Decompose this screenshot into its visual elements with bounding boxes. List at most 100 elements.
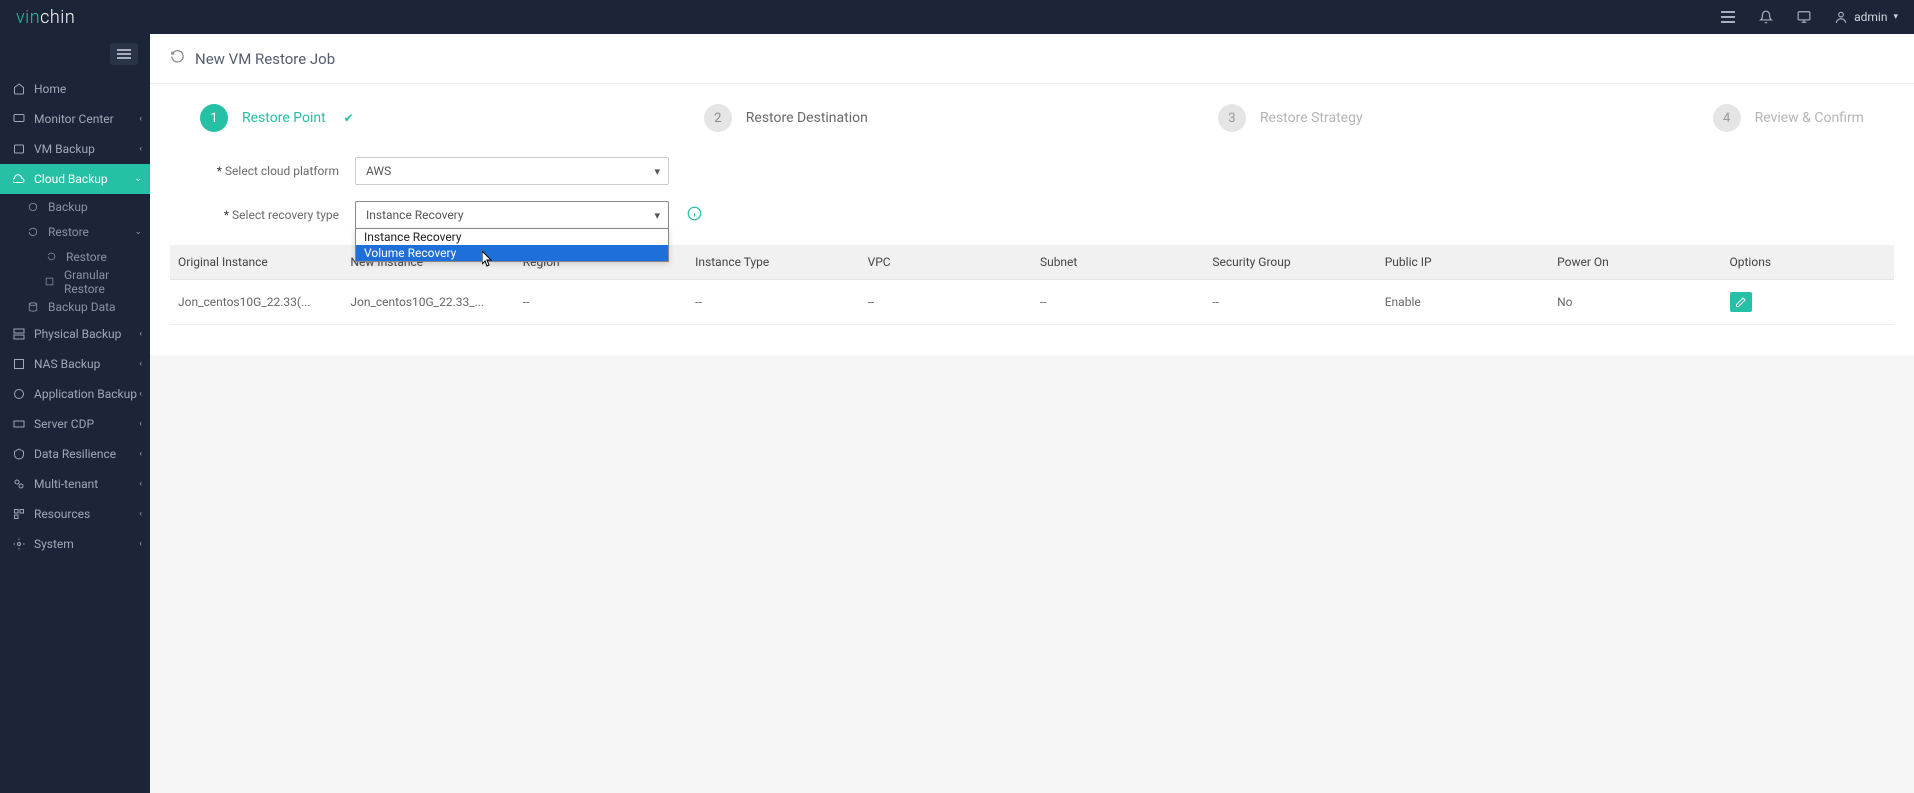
row-cloud-platform: Select cloud platform AWS: [200, 157, 1864, 185]
monitor-center-icon: [12, 113, 26, 125]
th-publicip: Public IP: [1377, 245, 1549, 280]
cell-sg: --: [1204, 280, 1376, 325]
chevron-left-icon: ‹: [139, 449, 142, 459]
step-restore-point[interactable]: 1 Restore Point ✔: [200, 104, 354, 132]
row-recovery-type: Select recovery type Instance Recovery I…: [200, 201, 1864, 229]
sidebar-item-home[interactable]: Home: [0, 74, 150, 104]
sidebar-item-label: Backup Data: [48, 300, 116, 314]
chevron-down-icon: ⌄: [134, 174, 142, 184]
step-number: 1: [200, 104, 228, 132]
recovery-option-instance[interactable]: Instance Recovery: [356, 229, 668, 245]
system-icon: [12, 538, 26, 550]
cell-new: Jon_centos10G_22.33_...: [342, 280, 514, 325]
sidebar-item-label: Cloud Backup: [34, 172, 108, 186]
th-sg: Security Group: [1204, 245, 1376, 280]
th-options: Options: [1722, 245, 1894, 280]
step-restore-destination[interactable]: 2 Restore Destination: [704, 104, 868, 132]
sidebar-item-label: Restore: [48, 225, 89, 239]
nas-backup-icon: [12, 358, 26, 370]
step-number: 3: [1218, 104, 1246, 132]
sidebar-item-label: System: [34, 537, 74, 551]
recovery-select-wrap: Instance Recovery Instance Recovery Volu…: [355, 201, 669, 229]
backup-icon: [26, 202, 40, 212]
chevron-down-icon: ▾: [1893, 12, 1898, 22]
sidebar-item-app[interactable]: Application Backup ‹: [0, 379, 150, 409]
main-content: New VM Restore Job 1 Restore Point ✔ 2 R…: [150, 34, 1914, 793]
sidebar-item-label: NAS Backup: [34, 357, 100, 371]
sidebar-item-restore[interactable]: Restore ⌄: [0, 219, 150, 244]
refresh-icon[interactable]: [170, 49, 185, 68]
table-row: Jon_centos10G_22.33(... Jon_centos10G_22…: [170, 280, 1894, 325]
home-icon: [12, 83, 26, 95]
sidebar-item-physical[interactable]: Physical Backup ‹: [0, 319, 150, 349]
app-backup-icon: [12, 388, 26, 400]
sidebar-item-granular-restore[interactable]: Granular Restore: [0, 269, 150, 294]
sidebar-item-resources[interactable]: Resources ‹: [0, 499, 150, 529]
content-card: New VM Restore Job 1 Restore Point ✔ 2 R…: [150, 34, 1914, 355]
restore-sub-icon: [44, 252, 58, 261]
user-name: admin: [1854, 10, 1887, 24]
step-restore-strategy[interactable]: 3 Restore Strategy: [1218, 104, 1363, 132]
chevron-left-icon: ‹: [139, 389, 142, 399]
topbar: vinchin admin ▾: [0, 0, 1914, 34]
sidebar-item-cloudbackup[interactable]: Cloud Backup ⌄: [0, 164, 150, 194]
th-vpc: VPC: [860, 245, 1032, 280]
form-area: Select cloud platform AWS Select recover…: [170, 157, 1894, 229]
cell-publicip: Enable: [1377, 280, 1549, 325]
physical-backup-icon: [12, 328, 26, 340]
user-menu[interactable]: admin ▾: [1834, 10, 1898, 24]
recovery-select[interactable]: Instance Recovery: [355, 201, 669, 229]
step-review[interactable]: 4 Review & Confirm: [1713, 104, 1864, 132]
sidebar-item-tenant[interactable]: Multi-tenant ‹: [0, 469, 150, 499]
sidebar-item-backup[interactable]: Backup: [0, 194, 150, 219]
sidebar-item-label: Physical Backup: [34, 327, 121, 341]
sidebar-item-monitor[interactable]: Monitor Center ‹: [0, 104, 150, 134]
chevron-left-icon: ‹: [139, 419, 142, 429]
chevron-left-icon: ‹: [139, 144, 142, 154]
option-label: Volume Recovery: [364, 246, 456, 260]
server-cdp-icon: [12, 418, 26, 430]
logo-part1: vin: [16, 7, 40, 28]
logo-part2: chin: [40, 7, 75, 28]
sidebar-item-label: Server CDP: [34, 417, 94, 431]
tenant-icon: [12, 478, 26, 490]
page-title: New VM Restore Job: [195, 50, 335, 68]
platform-select[interactable]: AWS: [355, 157, 669, 185]
step-label: Restore Destination: [746, 110, 868, 126]
recovery-option-volume[interactable]: Volume Recovery: [356, 245, 668, 261]
cell-options: [1722, 280, 1894, 325]
sidebar-item-backupdata[interactable]: Backup Data: [0, 294, 150, 319]
chevron-left-icon: ‹: [139, 114, 142, 124]
bell-icon[interactable]: [1758, 9, 1774, 25]
sidebar-item-label: Application Backup: [34, 387, 137, 401]
info-icon[interactable]: [687, 206, 702, 225]
sidebar-item-resilience[interactable]: Data Resilience ‹: [0, 439, 150, 469]
row-options-button[interactable]: [1730, 292, 1752, 312]
topbar-right: admin ▾: [1720, 9, 1898, 25]
sidebar-item-cdp[interactable]: Server CDP ‹: [0, 409, 150, 439]
chevron-left-icon: ‹: [139, 359, 142, 369]
sidebar-item-nas[interactable]: NAS Backup ‹: [0, 349, 150, 379]
platform-value: AWS: [366, 164, 391, 178]
sidebar-item-label: Home: [34, 82, 66, 96]
step-label: Restore Strategy: [1260, 110, 1363, 126]
recovery-label: Select recovery type: [200, 208, 355, 222]
cloud-backup-icon: [12, 173, 26, 185]
sidebar-item-restore-sub[interactable]: Restore: [0, 244, 150, 269]
cell-subnet: --: [1032, 280, 1204, 325]
sidebar-item-label: Monitor Center: [34, 112, 114, 126]
list-icon[interactable]: [1720, 9, 1736, 25]
monitor-icon[interactable]: [1796, 9, 1812, 25]
sidebar: Home Monitor Center ‹ VM Backup ‹ Cloud …: [0, 34, 150, 793]
sidebar-item-system[interactable]: System ‹: [0, 529, 150, 559]
page-header: New VM Restore Job: [150, 34, 1914, 84]
sidebar-item-label: Multi-tenant: [34, 477, 98, 491]
sidebar-item-label: Data Resilience: [34, 447, 116, 461]
sidebar-item-label: Backup: [48, 200, 88, 214]
chevron-left-icon: ‹: [139, 539, 142, 549]
sidebar-toggle-row: [0, 34, 150, 74]
platform-select-wrap: AWS: [355, 157, 669, 185]
sidebar-item-vmbackup[interactable]: VM Backup ‹: [0, 134, 150, 164]
sidebar-collapse-button[interactable]: [110, 43, 138, 65]
sidebar-item-label: Restore: [66, 250, 107, 264]
